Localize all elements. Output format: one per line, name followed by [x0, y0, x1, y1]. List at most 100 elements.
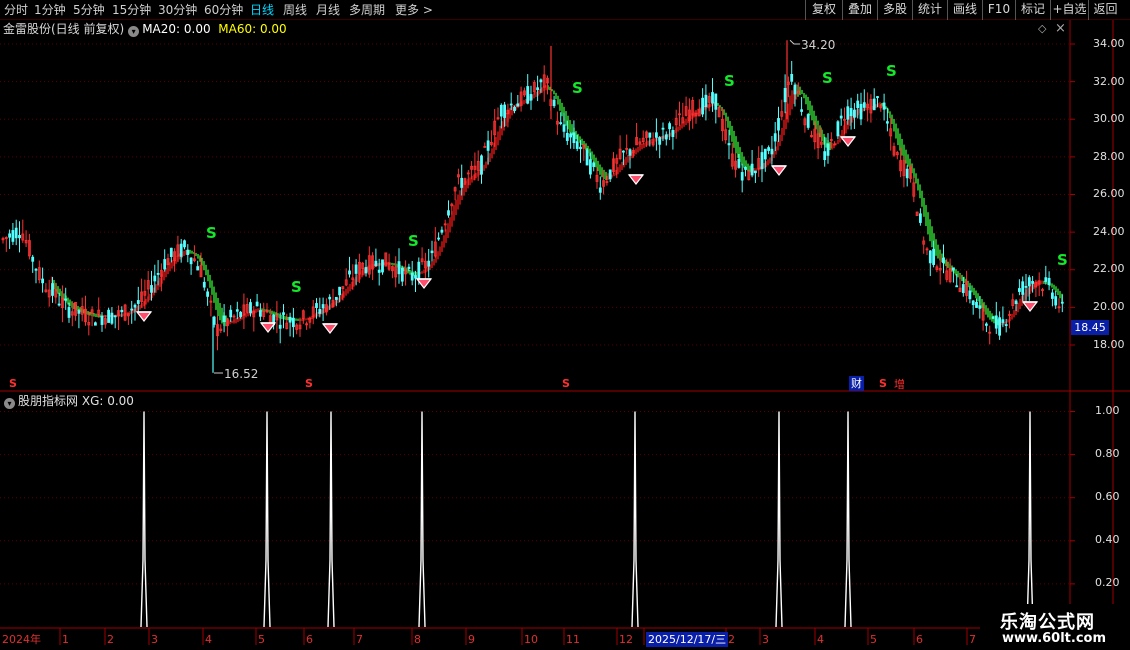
period-tab-1min[interactable]: 1分钟 [34, 1, 66, 19]
candle-body [608, 169, 612, 180]
candle-body [460, 177, 464, 188]
candle-body [876, 96, 879, 99]
indicator-value: XG: 0.00 [81, 394, 134, 408]
low-price-label: 16.52 [224, 367, 259, 381]
candle-body [740, 172, 744, 181]
candle-body [1001, 319, 1005, 323]
draw-line-button[interactable]: 画线 [947, 0, 982, 20]
candle-body [179, 243, 183, 257]
candle-body [364, 267, 368, 274]
period-tab-5min[interactable]: 5分钟 [73, 1, 105, 19]
period-tab-60min[interactable]: 60分钟 [204, 1, 243, 19]
indicator-tick: 0.40 [1095, 533, 1120, 546]
settings-circle-icon[interactable]: ▾ [128, 26, 140, 37]
back-button[interactable]: 返回 [1088, 0, 1122, 20]
stock-title: 金雷股份(日线 前复权) [3, 22, 125, 36]
candle-body [846, 106, 850, 120]
candle-body [806, 114, 810, 128]
finance-event-marker[interactable]: 财 [849, 376, 864, 391]
candle-body [169, 247, 173, 257]
sell-signal: S [886, 62, 897, 80]
buy-diamond-icon [627, 174, 645, 185]
xg-signal-spike [327, 411, 335, 628]
period-tab-more[interactable]: 更多 > [395, 1, 433, 19]
event-s-marker[interactable]: S [305, 377, 313, 390]
candle-body [585, 149, 589, 166]
candle-body [150, 285, 153, 293]
candle-body [255, 301, 259, 307]
diamond-icon[interactable]: ◇ [1038, 22, 1046, 35]
increase-event-marker[interactable]: 增 [894, 376, 905, 392]
candle-body [529, 94, 533, 101]
candle-body [31, 256, 35, 262]
candle-body [321, 304, 325, 309]
candle-body [790, 74, 794, 82]
candle-body [998, 317, 1001, 336]
indicator-tick: 1.00 [1095, 404, 1120, 417]
event-s-marker[interactable]: S [562, 377, 570, 390]
indicator-tick: 0.60 [1095, 490, 1120, 503]
date-month-label: 4 [205, 633, 212, 646]
statistics-button[interactable]: 统计 [912, 0, 947, 20]
candle-body [437, 237, 441, 240]
ma20-value: MA20: 0.00 [142, 22, 211, 36]
candle-body [1054, 296, 1058, 306]
period-tab-30min[interactable]: 30分钟 [158, 1, 197, 19]
candle-body [836, 121, 840, 137]
period-tab-daily[interactable]: 日线 [250, 1, 274, 19]
date-month-label: 5 [258, 633, 265, 646]
candle-body [658, 137, 662, 145]
event-s-marker[interactable]: S [9, 377, 17, 390]
candle-body [1004, 324, 1008, 326]
date-year-label: 2024年 [2, 633, 41, 646]
event-s-marker[interactable]: S [879, 377, 887, 390]
candle-body [526, 86, 530, 104]
mark-button[interactable]: 标记 [1015, 0, 1050, 20]
adjust-button[interactable]: 复权 [805, 0, 842, 20]
add-watchlist-button[interactable]: +自选 [1050, 0, 1088, 20]
candle-body [51, 283, 54, 296]
candle-body [750, 163, 754, 176]
date-month-label: 3 [762, 633, 769, 646]
f10-button[interactable]: F10 [982, 0, 1015, 20]
candle-body [120, 309, 124, 313]
period-tab-15min[interactable]: 15分钟 [112, 1, 151, 19]
candle-body [763, 148, 767, 160]
sell-signal: S [822, 69, 833, 87]
candle-body [1047, 277, 1051, 286]
candle-body [113, 315, 117, 318]
period-tab-multi[interactable]: 多周期 [349, 1, 385, 19]
candle-body [572, 132, 576, 144]
candle-body [133, 304, 137, 308]
date-month-label: 6 [916, 633, 923, 646]
close-icon[interactable]: × [1055, 21, 1066, 36]
price-tick: 32.00 [1093, 75, 1125, 88]
period-tab-weekly[interactable]: 周线 [283, 1, 307, 19]
candle-body [872, 98, 876, 111]
candle-body [447, 210, 450, 216]
candle-body [727, 143, 731, 146]
candle-body [430, 250, 434, 254]
candle-body [206, 291, 210, 297]
candle-body [661, 127, 665, 130]
candle-body [628, 149, 632, 156]
date-month-label: 12 [619, 633, 633, 646]
multi-stock-button[interactable]: 多股 [877, 0, 912, 20]
indicator-tick: 0.80 [1095, 447, 1120, 460]
period-tab-monthly[interactable]: 月线 [316, 1, 340, 19]
date-month-label: 8 [414, 633, 421, 646]
kline-chart[interactable] [0, 0, 1130, 650]
candle-body [239, 311, 243, 317]
indicator-settings-icon[interactable]: ▾ [4, 398, 15, 409]
candle-body [410, 272, 414, 281]
buy-diamond-icon [321, 323, 339, 334]
candle-body [886, 121, 889, 124]
candle-body [427, 260, 431, 267]
candle-body [1024, 285, 1028, 288]
candle-body [11, 230, 15, 242]
overlay-button[interactable]: 叠加 [842, 0, 877, 20]
period-tab-intraday[interactable]: 分时 [4, 1, 28, 19]
candle-body [417, 261, 421, 281]
candle-body [328, 296, 332, 300]
candle-body [315, 303, 318, 308]
